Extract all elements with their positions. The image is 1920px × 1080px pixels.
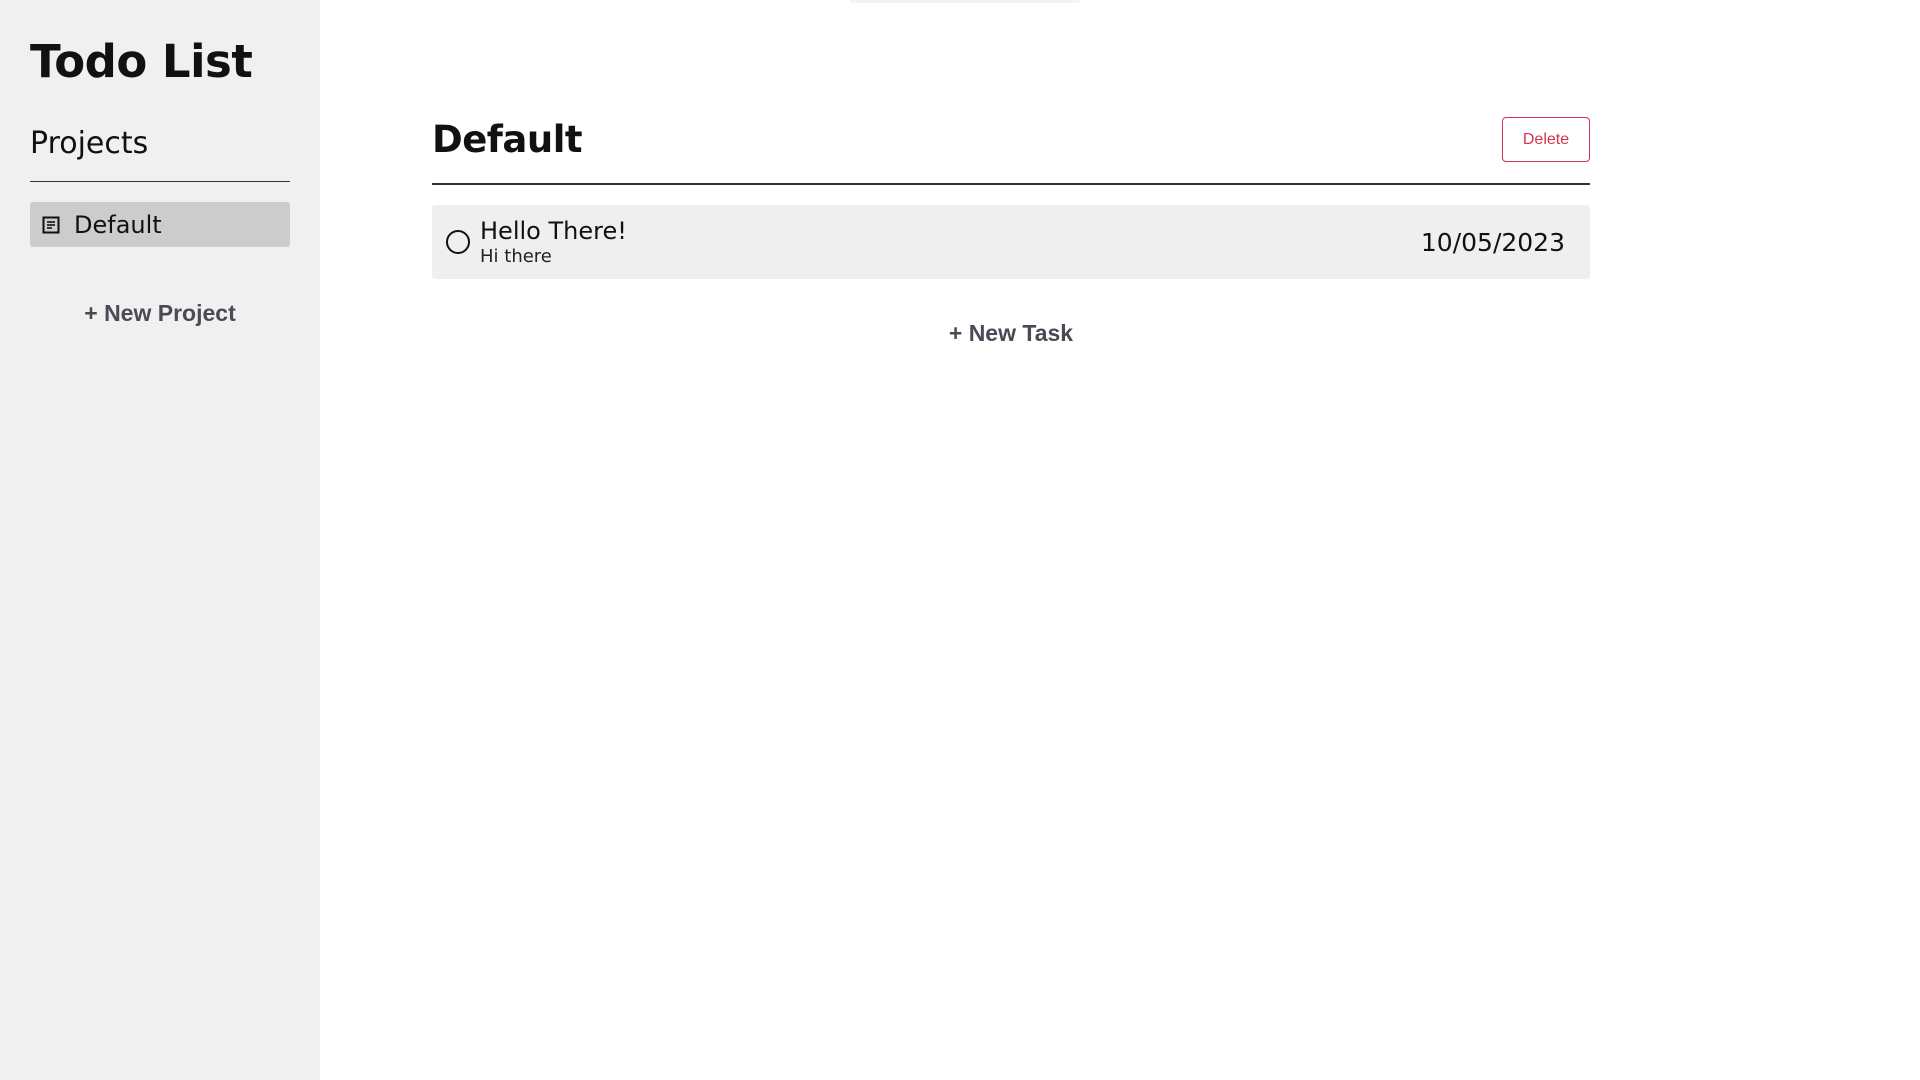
sidebar-item-label: Default [74, 210, 162, 239]
project-view: Default Delete Hello There! Hi there 10/… [432, 117, 1590, 348]
task-item[interactable]: Hello There! Hi there 10/05/2023 [432, 205, 1590, 279]
sidebar: Todo List Projects Default + New Project [0, 0, 320, 1080]
task-description: Hi there [480, 246, 552, 267]
task-title: Hello There! [480, 217, 627, 245]
task-complete-checkbox[interactable] [446, 230, 470, 254]
todo-app: Todo List Projects Default + New Project [0, 0, 1920, 1080]
new-project-button[interactable]: + New Project [30, 299, 290, 328]
task-due-date: 10/05/2023 [1420, 227, 1565, 257]
app-title: Todo List [30, 35, 253, 88]
project-header: Default Delete [432, 117, 1590, 185]
project-list: Default [30, 202, 290, 247]
list-icon [42, 216, 60, 234]
delete-project-button[interactable]: Delete [1502, 117, 1590, 162]
task-text: Hello There! Hi there [480, 216, 1421, 268]
sidebar-item-default[interactable]: Default [30, 202, 290, 247]
projects-heading: Projects [30, 126, 290, 182]
top-edge-decoration [850, 0, 1080, 3]
new-task-button[interactable]: + New Task [943, 319, 1079, 348]
main-panel: Default Delete Hello There! Hi there 10/… [320, 0, 1920, 1080]
project-title: Default [432, 118, 583, 161]
task-list: Hello There! Hi there 10/05/2023 [432, 205, 1590, 279]
